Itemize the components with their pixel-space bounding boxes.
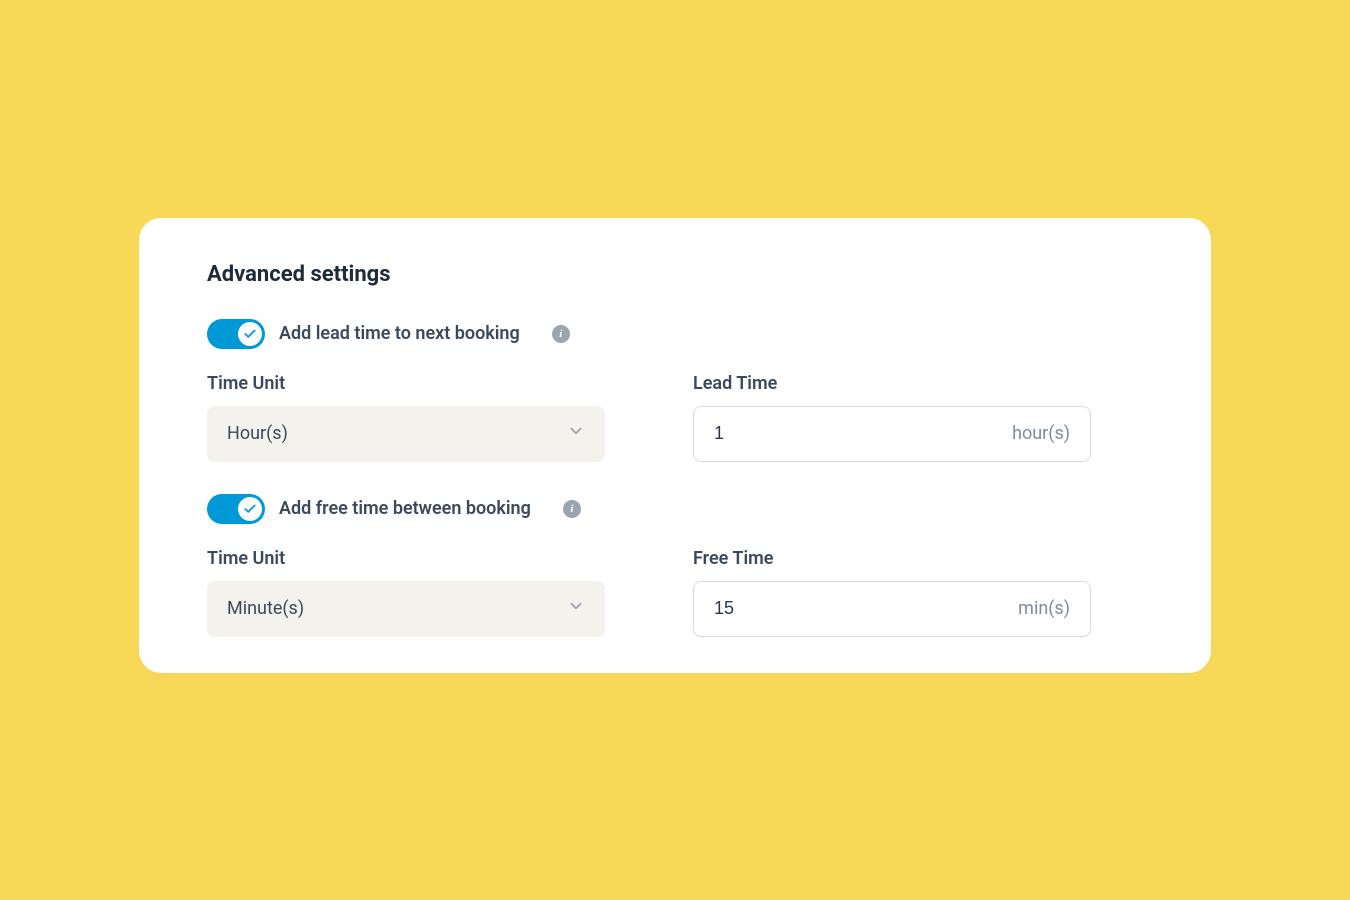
free-time-input[interactable]: [714, 598, 1018, 619]
time-unit-label: Time Unit: [207, 373, 657, 394]
free-time-value-col: Free Time min(s): [693, 548, 1143, 637]
toggle-knob: [238, 322, 262, 346]
check-icon: [243, 502, 257, 516]
lead-time-unit-col: Time Unit Hour(s): [207, 373, 657, 462]
lead-time-value-col: Lead Time hour(s): [693, 373, 1143, 462]
toggle-knob: [238, 497, 262, 521]
select-value: Minute(s): [227, 598, 304, 619]
lead-time-form-row: Time Unit Hour(s) Lead Time hour(s): [207, 373, 1143, 462]
info-icon[interactable]: i: [563, 500, 581, 518]
lead-time-unit-select[interactable]: Hour(s): [207, 406, 605, 462]
check-icon: [243, 327, 257, 341]
free-time-unit-select[interactable]: Minute(s): [207, 581, 605, 637]
free-time-input-wrap: min(s): [693, 581, 1091, 637]
free-time-unit-col: Time Unit Minute(s): [207, 548, 657, 637]
lead-time-toggle[interactable]: [207, 319, 265, 349]
free-time-toggle-row: Add free time between booking i: [207, 494, 1143, 524]
advanced-settings-card: Advanced settings Add lead time to next …: [139, 218, 1211, 673]
lead-time-label: Lead Time: [693, 373, 1143, 394]
time-unit-label: Time Unit: [207, 548, 657, 569]
info-icon[interactable]: i: [552, 325, 570, 343]
free-time-toggle-label: Add free time between booking: [279, 498, 531, 519]
select-value: Hour(s): [227, 423, 288, 444]
lead-time-input[interactable]: [714, 423, 1012, 444]
free-time-label: Free Time: [693, 548, 1143, 569]
free-time-form-row: Time Unit Minute(s) Free Time min(s): [207, 548, 1143, 637]
lead-time-suffix: hour(s): [1012, 423, 1070, 444]
lead-time-toggle-label: Add lead time to next booking: [279, 323, 520, 344]
lead-time-input-wrap: hour(s): [693, 406, 1091, 462]
lead-time-toggle-row: Add lead time to next booking i: [207, 319, 1143, 349]
chevron-down-icon: [567, 422, 585, 445]
free-time-toggle[interactable]: [207, 494, 265, 524]
card-title: Advanced settings: [207, 262, 1143, 287]
chevron-down-icon: [567, 597, 585, 620]
free-time-suffix: min(s): [1018, 598, 1070, 619]
